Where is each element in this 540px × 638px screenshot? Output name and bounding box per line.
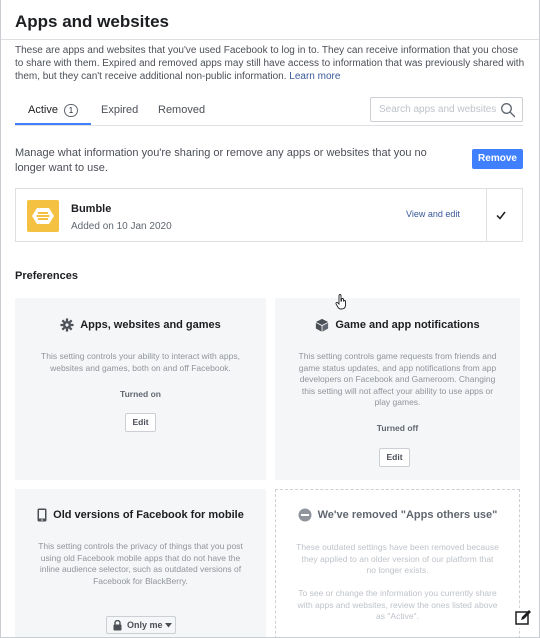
header-divider <box>1 39 539 40</box>
card-status: Turned off <box>376 423 419 433</box>
card-title-text: Game and app notifications <box>335 318 480 331</box>
preferences-heading: Preferences <box>15 270 78 282</box>
card-title: We've removed "Apps others use" <box>276 508 519 522</box>
card-title: Game and app notifications <box>275 318 520 332</box>
search-input[interactable]: Search apps and websites <box>370 97 523 122</box>
card-description: These outdated settings have been remove… <box>296 542 499 575</box>
app-added-date: Added on 10 Jan 2020 <box>71 221 172 232</box>
card-description-secondary: To see or change the information you cur… <box>297 588 498 621</box>
cube-icon <box>316 318 329 332</box>
tab-active-count-badge: 1 <box>63 103 78 117</box>
remove-button[interactable]: Remove <box>472 149 523 169</box>
app-name: Bumble <box>71 203 112 215</box>
bumble-hexagon-icon <box>32 208 54 224</box>
page-title: Apps and websites <box>15 12 169 31</box>
card-title: Apps, websites and games <box>15 318 266 332</box>
card-description: This setting controls your ability to in… <box>41 351 240 373</box>
learn-more-link[interactable]: Learn more <box>289 71 340 82</box>
card-title-text: Old versions of Facebook for mobile <box>53 508 244 521</box>
app-row-bumble[interactable]: Bumble Added on 10 Jan 2020 View and edi… <box>15 188 523 242</box>
search-icon[interactable] <box>500 102 516 118</box>
compose-icon[interactable] <box>513 608 533 628</box>
card-description: This setting controls the privacy of thi… <box>38 541 243 586</box>
edit-button[interactable]: Edit <box>379 448 410 467</box>
search-placeholder: Search apps and websites <box>379 104 497 115</box>
tab-expired[interactable]: Expired <box>101 100 138 124</box>
card-apps-others-use-removed: We've removed "Apps others use" These ou… <box>275 489 520 637</box>
card-title-text: Apps, websites and games <box>80 318 221 331</box>
gear-icon <box>60 318 74 332</box>
view-and-edit-link[interactable]: View and edit <box>406 209 460 219</box>
audience-label: Only me <box>127 620 163 630</box>
intro-text: These are apps and websites that you've … <box>15 44 527 83</box>
manage-description: Manage what information you're sharing o… <box>15 147 427 174</box>
settings-frame: Apps and websites These are apps and web… <box>0 0 540 638</box>
card-status: Turned on <box>120 389 161 399</box>
mobile-phone-icon <box>37 508 47 522</box>
tab-removed[interactable]: Removed <box>158 100 205 124</box>
bumble-logo <box>27 200 59 232</box>
tab-active[interactable]: Active 1 <box>15 100 91 124</box>
tabs-divider <box>15 125 523 126</box>
card-game-app-notifications: Game and app notifications This setting … <box>275 298 520 480</box>
edit-button[interactable]: Edit <box>125 413 156 432</box>
hand-cursor-icon <box>335 294 346 310</box>
checkbox-divider <box>486 189 487 241</box>
intro-description: These are apps and websites that you've … <box>15 45 525 82</box>
checkmark-icon[interactable] <box>494 208 508 222</box>
card-title: Old versions of Facebook for mobile <box>15 508 266 522</box>
card-description: This setting controls game requests from… <box>298 351 497 407</box>
card-title-text: We've removed "Apps others use" <box>317 508 498 521</box>
caret-down-icon <box>165 623 172 628</box>
audience-selector[interactable]: Only me <box>106 616 176 634</box>
card-apps-websites-games: Apps, websites and games This setting co… <box>15 298 266 480</box>
lock-icon <box>113 620 122 631</box>
minus-circle-icon <box>298 508 312 522</box>
tab-active-label: Active <box>28 104 58 116</box>
